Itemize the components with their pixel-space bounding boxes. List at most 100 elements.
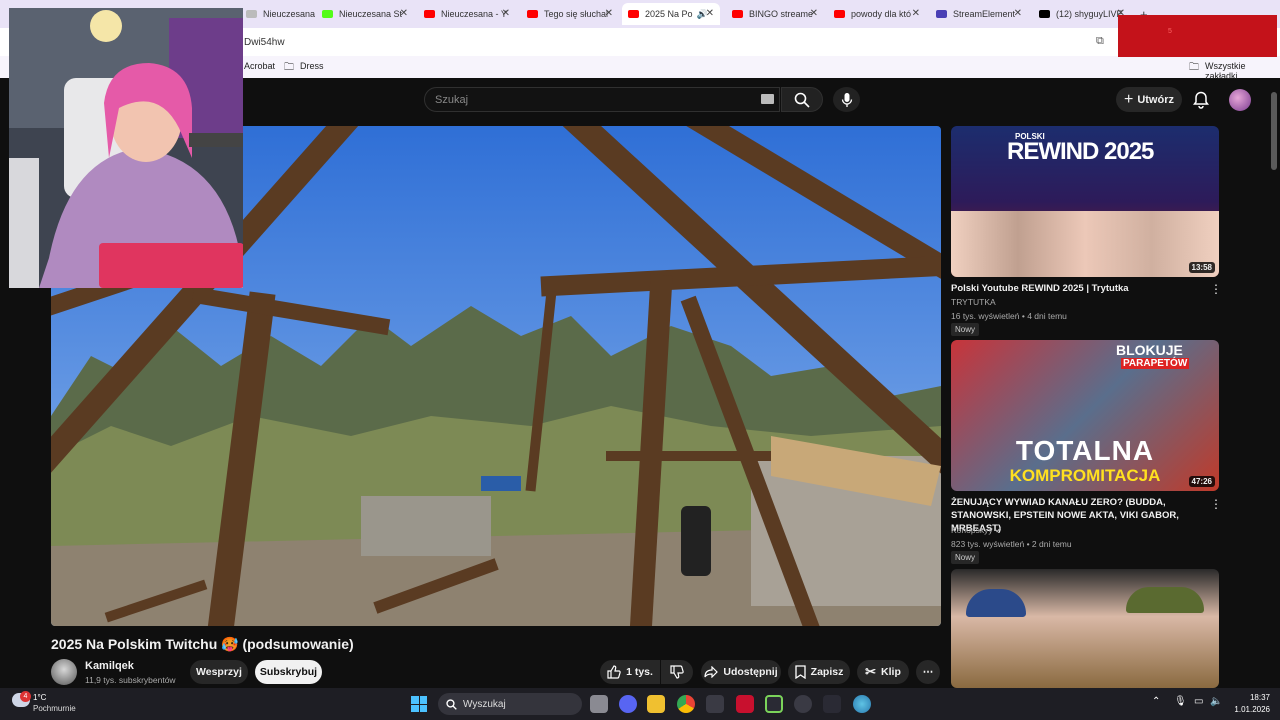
share-icon <box>704 666 719 678</box>
app-icon[interactable] <box>736 695 754 713</box>
plus-icon: + <box>1123 90 1134 108</box>
browser-tab[interactable]: Nieuczesana St ✕ <box>316 3 414 25</box>
more-actions-button[interactable]: ⋯ <box>916 660 940 684</box>
page-scrollbar[interactable] <box>1271 92 1277 170</box>
like-count: 1 tys. <box>626 666 653 678</box>
weather-temp[interactable]: 1°C <box>33 693 46 702</box>
streamelements-favicon-icon <box>936 10 947 18</box>
thumbs-down-icon <box>670 665 684 679</box>
thumbnail-beret <box>966 589 1026 617</box>
voice-search-button[interactable] <box>833 87 860 112</box>
account-avatar[interactable] <box>1229 89 1251 111</box>
discord-icon[interactable] <box>619 695 637 713</box>
channel-avatar[interactable] <box>51 659 77 685</box>
keyboard-icon[interactable] <box>761 94 774 104</box>
channel-name[interactable]: Kamilqek <box>85 660 134 672</box>
youtube-favicon-icon <box>834 10 845 18</box>
youtube-favicon-icon <box>424 10 435 18</box>
close-tab-icon[interactable]: ✕ <box>1014 8 1022 19</box>
recommended-thumbnail[interactable]: BLOKUJE PARAPETÓW TOTALNA KOMPROMITACJA … <box>951 340 1219 491</box>
recommended-channel[interactable]: TRYTUTKA <box>951 297 996 307</box>
clip-button[interactable]: ✂ Klip <box>857 660 909 684</box>
stream-overlay-box: 5 <box>1118 15 1277 57</box>
streamer-webcam-image <box>9 8 243 288</box>
close-tab-icon[interactable]: ✕ <box>912 8 920 19</box>
microphone-icon[interactable]: 🎙 <box>1174 696 1187 707</box>
thumbnail-cap <box>1126 587 1204 613</box>
browser-tab[interactable]: StreamElement ✕ <box>930 3 1028 25</box>
clock-date[interactable]: 1.01.2026 <box>1222 705 1270 714</box>
webcam-overlay <box>9 8 243 288</box>
close-tab-icon[interactable]: ✕ <box>706 8 714 19</box>
recommended-channel[interactable]: Konopskyy ✔ <box>951 525 1002 536</box>
recommended-thumbnail[interactable] <box>951 569 1219 688</box>
save-button[interactable]: Zapisz <box>788 660 850 684</box>
kick-favicon-icon <box>322 10 333 18</box>
recommended-title[interactable]: Polski Youtube REWIND 2025 | Trytutka <box>951 282 1206 295</box>
notification-badge: 4 <box>20 691 31 702</box>
bookmark-icon <box>795 665 806 679</box>
close-tab-icon[interactable]: ✕ <box>810 8 818 19</box>
app-icon[interactable] <box>706 695 724 713</box>
recommended-meta: 823 tys. wyświetleń • 2 dni temu <box>951 539 1072 549</box>
video-title: 2025 Na Polskim Twitchu 🥵 (podsumowanie) <box>51 636 354 652</box>
youtube-favicon-icon <box>527 10 538 18</box>
close-tab-icon[interactable]: ✕ <box>502 8 510 19</box>
app-icon[interactable] <box>823 695 841 713</box>
tab-favicon-icon <box>246 10 257 18</box>
folder-icon: 🗀 <box>284 62 294 73</box>
search-icon <box>446 698 457 710</box>
browser-tab[interactable]: powody dla któ ✕ <box>828 3 926 25</box>
thumbs-up-icon <box>607 665 621 679</box>
file-explorer-icon[interactable] <box>647 695 665 713</box>
taskbar-search[interactable]: Wyszukaj <box>438 693 582 715</box>
support-button[interactable]: Wesprzyj <box>190 660 248 684</box>
url-text[interactable]: Dwi54hw <box>244 37 285 48</box>
recommended-meta: 16 tys. wyświetleń • 4 dni temu <box>951 311 1067 321</box>
obs-icon[interactable] <box>794 695 812 713</box>
subscribe-button[interactable]: Subskrybuj <box>255 660 322 684</box>
more-horizontal-icon: ⋯ <box>922 666 934 678</box>
chevron-up-icon[interactable]: ⌃ <box>1152 696 1160 707</box>
more-vertical-icon[interactable]: ⋮ <box>1210 282 1222 296</box>
app-icon[interactable] <box>765 695 783 713</box>
youtube-favicon-icon <box>628 10 639 18</box>
browser-tab[interactable]: Nieuczesana <box>240 3 316 25</box>
create-button[interactable]: + Utwórz <box>1116 87 1182 112</box>
microphone-icon <box>841 92 852 107</box>
youtube-favicon-icon <box>732 10 743 18</box>
x-favicon-icon <box>1039 10 1050 18</box>
volume-icon[interactable]: 🔈 <box>1210 696 1222 707</box>
folder-icon: 🗀 <box>1189 62 1199 73</box>
browser-tab[interactable]: (12) shyguyLIVE ✕ <box>1033 3 1131 25</box>
new-badge: Nowy <box>951 323 980 336</box>
close-tab-icon[interactable]: ✕ <box>400 8 408 19</box>
browser-tab[interactable]: BINGO streame ✕ <box>726 3 824 25</box>
subscriber-count: 11,9 tys. subskrybentów <box>85 675 176 685</box>
task-view-icon[interactable] <box>590 695 608 713</box>
dislike-button[interactable] <box>661 660 693 684</box>
search-input[interactable]: Szukaj <box>424 87 780 112</box>
browser-tab[interactable]: Nieuczesana - Y ✕ <box>418 3 516 25</box>
install-app-icon[interactable]: ⧉ <box>1096 35 1104 48</box>
browser-tab-active[interactable]: 2025 Na Po 🔊 ✕ <box>622 3 720 25</box>
search-button[interactable] <box>781 87 823 112</box>
close-tab-icon[interactable]: ✕ <box>605 8 613 19</box>
all-bookmarks[interactable]: Wszystkie zakładki <box>1205 61 1280 81</box>
notifications-button[interactable] <box>1190 89 1212 111</box>
bookmark-acrobat[interactable]: Acrobat <box>244 61 275 71</box>
recommended-thumbnail[interactable]: POLSKI REWIND 2025 13:58 <box>951 126 1219 277</box>
bookmark-dress[interactable]: Dress <box>300 61 324 71</box>
like-button[interactable]: 1 tys. <box>600 660 660 684</box>
more-vertical-icon[interactable]: ⋮ <box>1210 497 1222 511</box>
new-badge: Nowy <box>951 551 980 564</box>
chrome-icon[interactable] <box>677 695 695 713</box>
app-icon[interactable] <box>853 695 871 713</box>
windows-start-icon[interactable] <box>411 696 427 712</box>
bell-icon <box>1193 91 1209 109</box>
browser-tab[interactable]: Tego się słuchał ✕ <box>521 3 619 25</box>
display-icon[interactable]: ▭ <box>1194 696 1203 707</box>
share-button[interactable]: Udostępnij <box>701 660 781 684</box>
weather-desc[interactable]: Pochmurnie <box>33 704 76 713</box>
clock-time[interactable]: 18:37 <box>1232 693 1270 702</box>
